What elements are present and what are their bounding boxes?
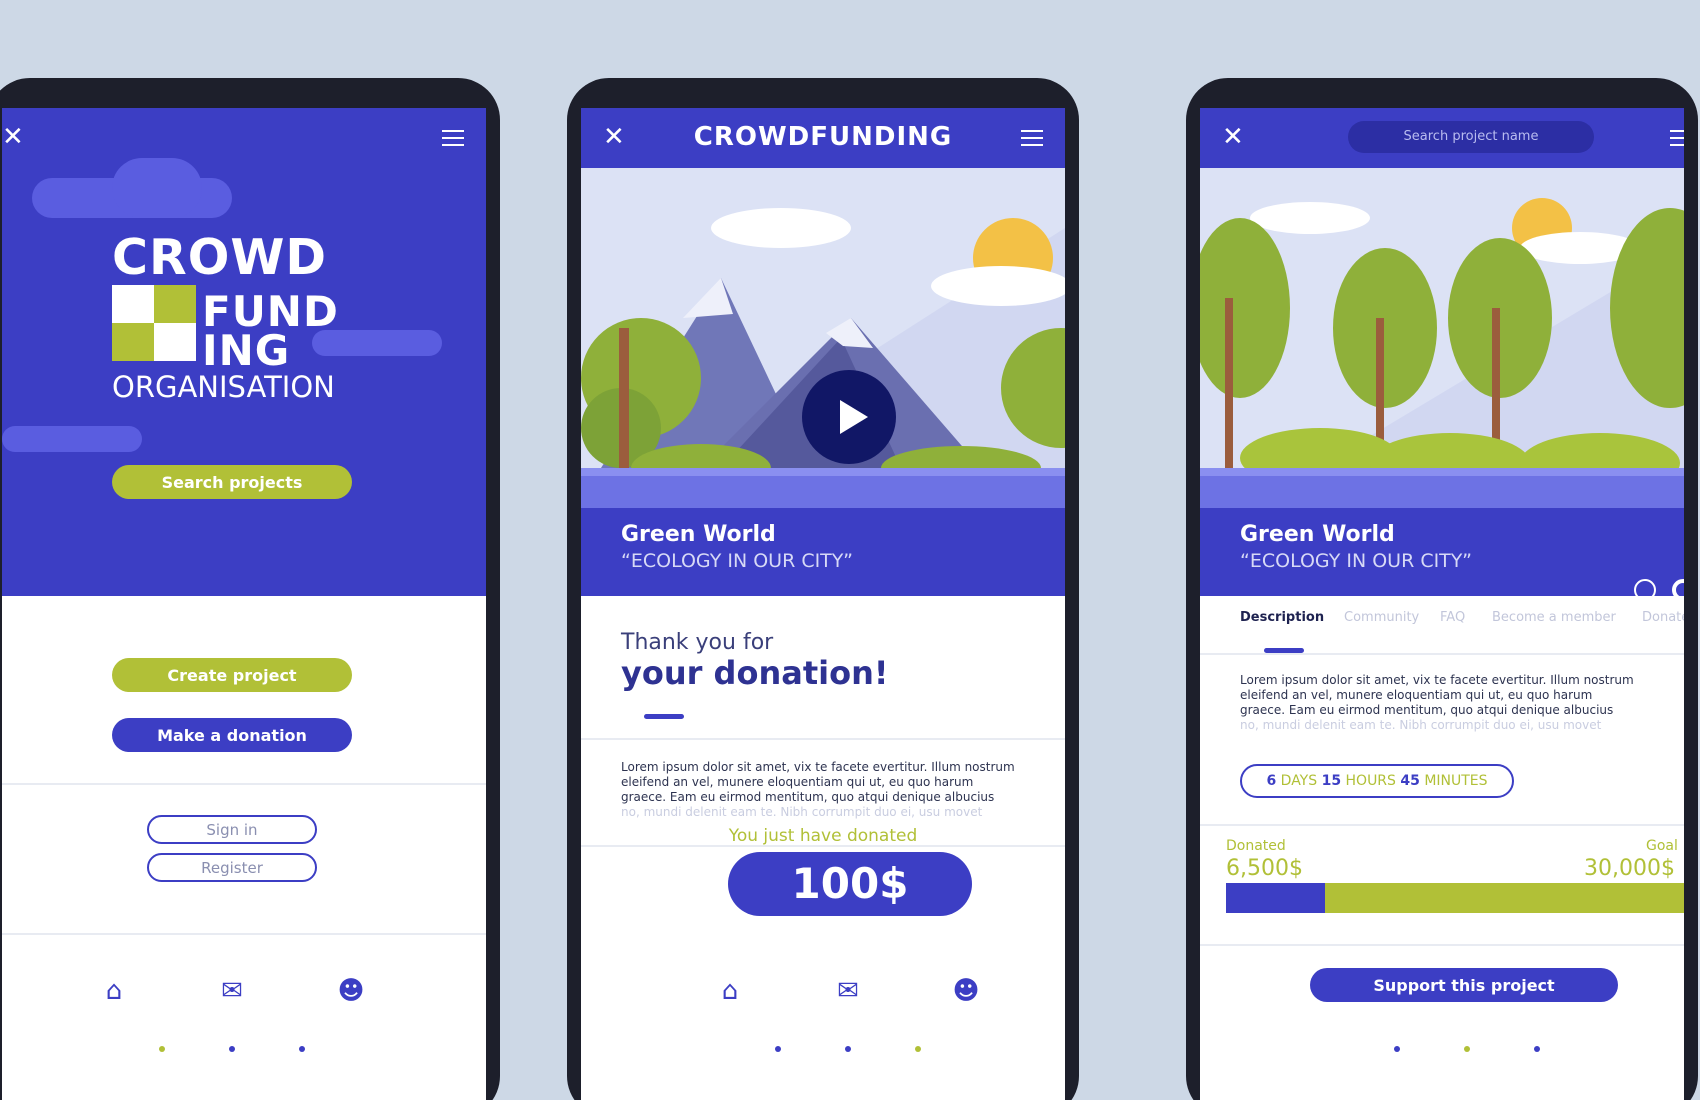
page-dot <box>1464 1046 1470 1052</box>
menu-icon[interactable] <box>442 130 464 151</box>
tablet-project: ✕ Search project name Green World “ECOLO… <box>1186 78 1698 1100</box>
chat-icon[interactable]: ✉ <box>217 976 247 1006</box>
donated-label: Donated <box>1226 838 1286 854</box>
funding-progress-bar <box>1226 883 1684 913</box>
app-title: CROWDFUNDING <box>693 122 953 152</box>
divider <box>1200 824 1684 826</box>
donated-value: 6,500$ <box>1226 856 1303 881</box>
register-button[interactable]: Register <box>147 853 317 882</box>
thanks-line1: Thank you for <box>621 630 774 655</box>
page-indicator <box>1200 1046 1684 1054</box>
cloud-shape <box>112 158 202 218</box>
progress-fill <box>1226 883 1326 913</box>
close-icon[interactable]: ✕ <box>1222 122 1244 152</box>
divider <box>2 933 486 935</box>
top-bar: ✕ CROWDFUNDING <box>581 108 1065 168</box>
page-indicator <box>2 1046 486 1054</box>
create-project-button[interactable]: Create project <box>112 658 352 692</box>
home-screen: ✕ CROWD FUND ING ORGANISATION Search pro… <box>2 108 486 1100</box>
play-button-icon[interactable] <box>802 370 896 464</box>
support-project-button[interactable]: Support this project <box>1310 968 1618 1002</box>
bottom-nav: ⌂ ✉ ☻ <box>2 976 486 1016</box>
search-project-input[interactable]: Search project name <box>1348 121 1594 153</box>
divider <box>581 738 1065 740</box>
menu-icon[interactable] <box>1670 130 1684 151</box>
cloud-shape <box>2 426 142 452</box>
page-dot <box>775 1046 781 1052</box>
countdown-timer: 6 DAYS 15 HOURS 45 MINUTES <box>1240 764 1514 798</box>
bottom-nav: ⌂ ✉ ☻ <box>581 976 1065 1016</box>
clock-icon[interactable] <box>1634 579 1656 601</box>
tab-become-member[interactable]: Become a member <box>1492 610 1616 625</box>
logo-subtitle: ORGANISATION <box>112 370 335 404</box>
project-name: Green World <box>621 522 776 547</box>
page-dot <box>1394 1046 1400 1052</box>
home-icon[interactable]: ⌂ <box>715 976 745 1006</box>
project-screen: ✕ Search project name Green World “ECOLO… <box>1200 108 1684 1100</box>
sign-in-button[interactable]: Sign in <box>147 815 317 844</box>
divider <box>1200 653 1684 655</box>
logo-crowd: CROWD <box>112 229 328 286</box>
page-dot <box>229 1046 235 1052</box>
tab-faq[interactable]: FAQ <box>1440 610 1465 625</box>
thanks-line2: your donation! <box>621 654 889 692</box>
divider <box>1200 944 1684 946</box>
accent-bar <box>644 714 684 719</box>
project-description: Lorem ipsum dolor sit amet, vix te facet… <box>1240 673 1634 732</box>
project-tabs: Description Community FAQ Become a membe… <box>1240 610 1684 640</box>
forest-illustration <box>1200 168 1684 538</box>
video-player[interactable] <box>581 168 1065 538</box>
tablet-donation: ✕ CROWDFUNDING Green World “ECOLOGY IN O… <box>567 78 1079 1100</box>
page-indicator <box>581 1046 1065 1054</box>
goal-label: Goal <box>1646 838 1678 854</box>
chat-icon[interactable]: ✉ <box>833 976 863 1006</box>
logo-ing: ING <box>202 326 291 375</box>
donated-amount-badge: 100$ <box>728 852 972 916</box>
project-illustration <box>1200 168 1684 538</box>
project-subtitle: “ECOLOGY IN OUR CITY” <box>1240 550 1472 572</box>
close-icon[interactable]: ✕ <box>2 122 24 152</box>
page-dot <box>299 1046 305 1052</box>
tab-donate[interactable]: Donate <box>1642 610 1684 625</box>
tablet-home: ✕ CROWD FUND ING ORGANISATION Search pro… <box>0 78 500 1100</box>
settings-icon[interactable] <box>1672 579 1684 601</box>
top-bar: ✕ Search project name <box>1200 108 1684 168</box>
divider <box>2 783 486 785</box>
project-title-band: Green World “ECOLOGY IN OUR CITY” <box>1200 508 1684 596</box>
users-icon[interactable]: ☻ <box>336 976 366 1006</box>
search-projects-button[interactable]: Search projects <box>112 465 352 499</box>
donation-text: Lorem ipsum dolor sit amet, vix te facet… <box>621 760 1015 819</box>
landscape-illustration <box>581 168 1065 538</box>
hero-panel: ✕ CROWD FUND ING ORGANISATION Search pro… <box>2 108 486 596</box>
page-dot <box>845 1046 851 1052</box>
goal-value: 30,000$ <box>1584 856 1675 881</box>
donated-label: You just have donated <box>728 826 918 846</box>
tab-community[interactable]: Community <box>1344 610 1419 625</box>
make-donation-button[interactable]: Make a donation <box>112 718 352 752</box>
tab-description[interactable]: Description <box>1240 610 1324 625</box>
project-name: Green World <box>1240 522 1395 547</box>
menu-icon[interactable] <box>1021 130 1043 151</box>
page-dot <box>159 1046 165 1052</box>
page-dot <box>915 1046 921 1052</box>
users-icon[interactable]: ☻ <box>951 976 981 1006</box>
project-subtitle: “ECOLOGY IN OUR CITY” <box>621 550 853 572</box>
project-title-band: Green World “ECOLOGY IN OUR CITY” <box>581 508 1065 596</box>
home-icon[interactable]: ⌂ <box>99 976 129 1006</box>
logo-puzzle-icon <box>112 285 196 361</box>
page-dot <box>1534 1046 1540 1052</box>
donation-screen: ✕ CROWDFUNDING Green World “ECOLOGY IN O… <box>581 108 1065 1100</box>
